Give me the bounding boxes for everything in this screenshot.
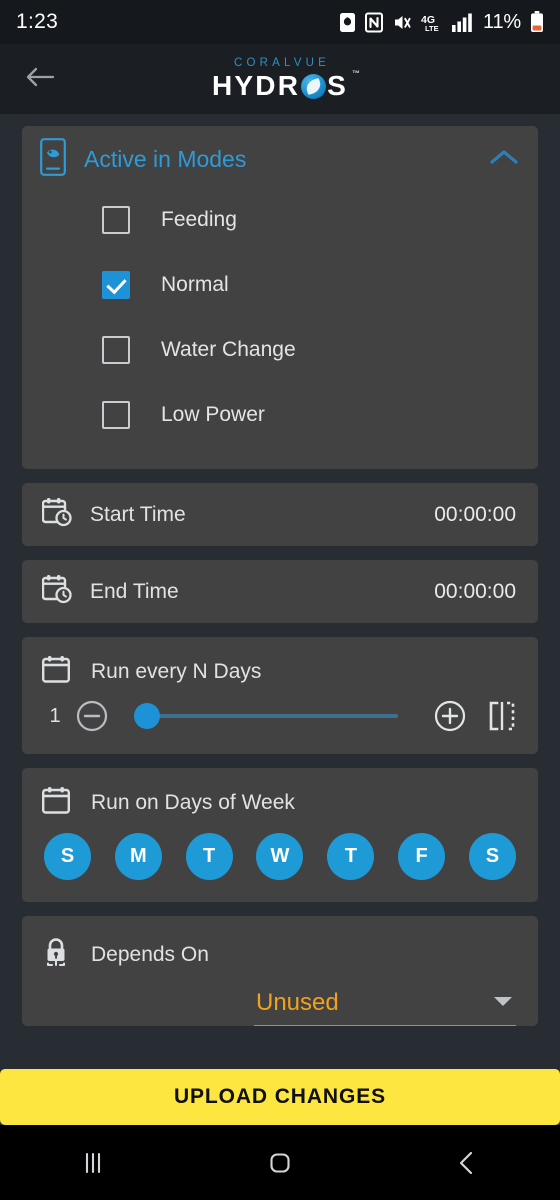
depends-on-label: Depends On (91, 942, 209, 966)
end-time-value[interactable]: 00:00:00 (434, 580, 516, 604)
checkbox-normal[interactable] (102, 270, 130, 299)
day-toggle-friday[interactable]: F (398, 833, 446, 880)
brand-hydros-text: HYDR S ™ (211, 69, 360, 101)
4g-lte-icon: 4G LTE (421, 12, 443, 33)
end-time-row[interactable]: End Time 00:00:00 (22, 560, 538, 623)
brand-hydros-part2: S (327, 69, 349, 101)
android-nav-bar (0, 1125, 560, 1200)
day-toggle-saturday[interactable]: S (468, 833, 516, 880)
start-time-value[interactable]: 00:00:00 (434, 503, 516, 527)
n-days-value: 1 (49, 704, 61, 727)
recents-icon[interactable] (48, 1133, 138, 1193)
active-in-modes-title: Active in Modes (84, 146, 247, 172)
calendar-icon (42, 655, 71, 688)
mode-label-water-change: Water Change (161, 337, 296, 361)
lock-dependency-icon (42, 936, 70, 973)
minus-circle-icon[interactable] (76, 700, 108, 732)
day-toggle-thursday[interactable]: T (327, 833, 375, 880)
chevron-up-icon[interactable] (488, 146, 520, 173)
battery-saver-icon (339, 12, 356, 33)
active-in-modes-card: Active in Modes Feeding Normal Water Cha… (22, 126, 538, 469)
phone-screen: 1:23 4G LTE 11% CORALVUE HYDR S ™ Active… (0, 0, 560, 1200)
day-toggle-tuesday[interactable]: T (185, 833, 233, 880)
nfc-icon (365, 12, 384, 33)
start-time-card[interactable]: Start Time 00:00:00 (22, 483, 538, 546)
calendar-clock-icon (41, 497, 72, 532)
mode-label-normal: Normal (161, 272, 229, 296)
home-icon[interactable] (235, 1133, 325, 1193)
settings-scroll-area[interactable]: Active in Modes Feeding Normal Water Cha… (0, 114, 560, 1200)
mode-label-feeding: Feeding (161, 207, 237, 231)
active-in-modes-header[interactable]: Active in Modes (22, 126, 538, 187)
run-every-n-days-controls: 1 (22, 694, 538, 754)
slider-thumb[interactable] (134, 703, 160, 729)
battery-percent-label: 11% (483, 10, 521, 33)
checkbox-low-power[interactable] (102, 400, 130, 429)
day-toggle-monday[interactable]: M (114, 833, 162, 880)
days-of-week-selector: S M T W T F S (22, 825, 538, 902)
device-aquarium-icon (40, 138, 66, 181)
app-bar: CORALVUE HYDR S ™ (0, 44, 560, 114)
brand-coralvue-text: CORALVUE (233, 57, 330, 70)
depends-on-selected-value: Unused (256, 989, 339, 1016)
start-time-row[interactable]: Start Time 00:00:00 (22, 483, 538, 546)
calendar-clock-icon (41, 574, 72, 609)
depends-on-select-row: Unused (22, 977, 538, 1026)
calendar-icon (42, 786, 71, 819)
status-bar: 1:23 4G LTE 11% (0, 0, 560, 44)
mode-row-water-change[interactable]: Water Change (22, 317, 538, 382)
end-time-card[interactable]: End Time 00:00:00 (22, 560, 538, 623)
brand-hydros-part1: HYDR (211, 69, 301, 101)
mode-row-normal[interactable]: Normal (22, 252, 538, 317)
mode-row-feeding[interactable]: Feeding (22, 187, 538, 252)
svg-text:LTE: LTE (425, 24, 439, 33)
back-arrow-icon (25, 65, 55, 94)
slider-track (136, 714, 398, 718)
run-on-days-of-week-card: Run on Days of Week S M T W T F S (22, 768, 538, 902)
day-toggle-sunday[interactable]: S (44, 833, 91, 880)
depends-on-card: Depends On Unused (22, 916, 538, 1026)
run-every-n-days-header: Run every N Days (22, 637, 538, 694)
battery-icon (530, 11, 544, 33)
upload-changes-button[interactable]: UPLOAD CHANGES (0, 1069, 560, 1125)
signal-bars-icon (452, 12, 474, 33)
mute-vibrate-icon (392, 12, 412, 33)
start-time-label: Start Time (90, 502, 186, 526)
day-toggle-wednesday[interactable]: W (256, 833, 304, 880)
run-every-n-days-card: Run every N Days 1 (22, 637, 538, 754)
mode-row-low-power[interactable]: Low Power (22, 382, 538, 447)
checkbox-water-change[interactable] (102, 335, 130, 364)
mode-label-low-power: Low Power (161, 402, 265, 426)
modes-checkbox-list: Feeding Normal Water Change Low Power (22, 187, 538, 469)
back-arrow-button[interactable] (8, 47, 72, 111)
caret-down-icon (492, 994, 514, 1013)
hydros-fish-logo-icon (301, 74, 327, 100)
n-days-slider[interactable] (134, 701, 398, 731)
status-icon-group: 4G LTE 11% (339, 11, 544, 34)
days-of-week-label: Run on Days of Week (91, 790, 295, 814)
duplicate-brackets-icon[interactable] (488, 701, 516, 731)
end-time-label: End Time (90, 579, 179, 603)
plus-circle-icon[interactable] (434, 700, 466, 732)
trademark-symbol: ™ (352, 68, 361, 78)
brand-logo: CORALVUE HYDR S ™ (0, 44, 560, 114)
status-clock: 1:23 (16, 10, 59, 33)
run-every-n-days-label: Run every N Days (91, 659, 262, 683)
checkbox-feeding[interactable] (102, 205, 130, 234)
days-of-week-header: Run on Days of Week (22, 768, 538, 825)
depends-on-dropdown[interactable]: Unused (254, 987, 516, 1026)
depends-on-header: Depends On (22, 916, 538, 977)
back-icon[interactable] (422, 1133, 512, 1193)
